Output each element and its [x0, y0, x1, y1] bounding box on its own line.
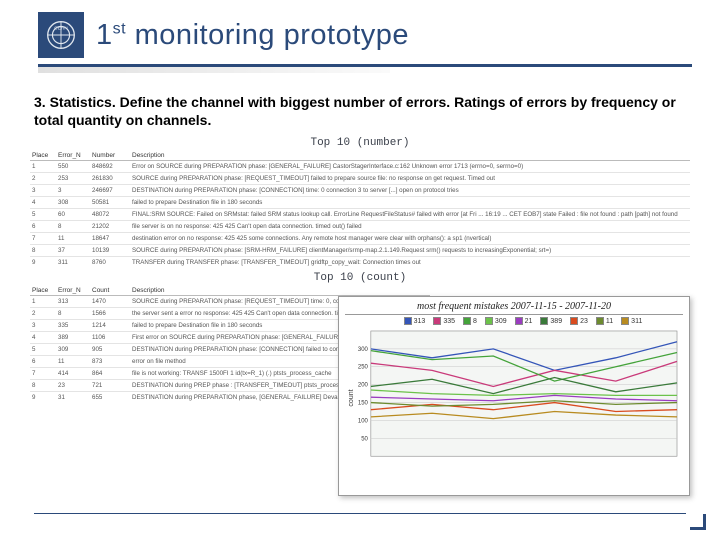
svg-text:CERN: CERN	[54, 25, 68, 31]
legend-label: 8	[473, 318, 477, 325]
table-row: 93118760TRANSFER during TRANSFER phase: …	[30, 257, 690, 269]
chart-title: most frequent mistakes 2007-11-15 - 2007…	[345, 301, 683, 315]
description-text: 3. Statistics. Define the channel with b…	[34, 93, 686, 129]
legend-swatch-icon	[463, 317, 471, 325]
legend-item: 23	[570, 317, 588, 325]
table-row: 83710139SOURCE during PREPARATION phase:…	[30, 245, 690, 257]
col-place: Place	[30, 286, 56, 296]
table-row: 6821202file server is on no response: 42…	[30, 221, 690, 233]
section2-title: Top 10 (count)	[0, 272, 720, 284]
chart-plot: count 50100150200250300	[345, 327, 683, 469]
svg-text:250: 250	[358, 365, 369, 371]
legend-swatch-icon	[596, 317, 604, 325]
col-error: Error_N	[56, 151, 90, 161]
table-row: 71118647destination error on no response…	[30, 233, 690, 245]
legend-item: 313	[404, 317, 426, 325]
table-row: 56048072FINAL:SRM SOURCE: Failed on SRMs…	[30, 209, 690, 221]
svg-text:200: 200	[358, 383, 369, 389]
legend-item: 21	[515, 317, 533, 325]
legend-swatch-icon	[540, 317, 548, 325]
legend-label: 313	[414, 318, 426, 325]
col-place: Place	[30, 151, 56, 161]
title-pre: 1	[96, 19, 113, 51]
legend-item: 8	[463, 317, 477, 325]
title-post: monitoring prototype	[126, 19, 409, 51]
legend-label: 21	[525, 318, 533, 325]
cern-logo-icon: CERN	[38, 12, 84, 58]
legend-item: 389	[540, 317, 562, 325]
col-number: Number	[90, 151, 130, 161]
svg-text:100: 100	[358, 418, 369, 424]
table-row: 33246697DESTINATION during PREPARATION p…	[30, 185, 690, 197]
legend-swatch-icon	[404, 317, 412, 325]
title-superscript: st	[113, 20, 126, 37]
table-row: 2253261830SOURCE during PREPARATION phas…	[30, 173, 690, 185]
legend-label: 311	[631, 318, 642, 325]
legend-item: 311	[621, 317, 642, 325]
table-row: 430850581failed to prepare Destination f…	[30, 197, 690, 209]
title-shadow	[38, 67, 390, 73]
col-desc: Description	[130, 286, 430, 296]
legend-swatch-icon	[621, 317, 629, 325]
legend-label: 23	[580, 318, 588, 325]
legend-swatch-icon	[485, 317, 493, 325]
legend-label: 335	[443, 318, 455, 325]
page-title: 1st monitoring prototype	[96, 19, 409, 52]
table-row: 1550848692Error on SOURCE during PREPARA…	[30, 161, 690, 173]
legend-item: 309	[485, 317, 507, 325]
legend-label: 11	[606, 318, 613, 325]
top10-number-table: Place Error_N Number Description 1550848…	[30, 151, 690, 268]
col-desc: Description	[130, 151, 690, 161]
legend-swatch-icon	[433, 317, 441, 325]
legend-label: 309	[495, 318, 507, 325]
corner-decoration-icon	[690, 514, 706, 530]
chart-panel: most frequent mistakes 2007-11-15 - 2007…	[338, 296, 690, 496]
svg-text:150: 150	[358, 401, 369, 407]
legend-item: 11	[596, 317, 613, 325]
svg-text:300: 300	[358, 347, 369, 353]
svg-text:50: 50	[361, 436, 368, 442]
legend-swatch-icon	[570, 317, 578, 325]
col-count: Count	[90, 286, 130, 296]
slide-header: CERN 1st monitoring prototype	[0, 0, 720, 58]
section1-title: Top 10 (number)	[0, 137, 720, 149]
chart-legend: 313 335 8 309 21 389 23 11 311	[363, 317, 683, 325]
col-error: Error_N	[56, 286, 90, 296]
footer-line	[34, 513, 686, 514]
legend-label: 389	[550, 318, 562, 325]
legend-item: 335	[433, 317, 455, 325]
legend-swatch-icon	[515, 317, 523, 325]
